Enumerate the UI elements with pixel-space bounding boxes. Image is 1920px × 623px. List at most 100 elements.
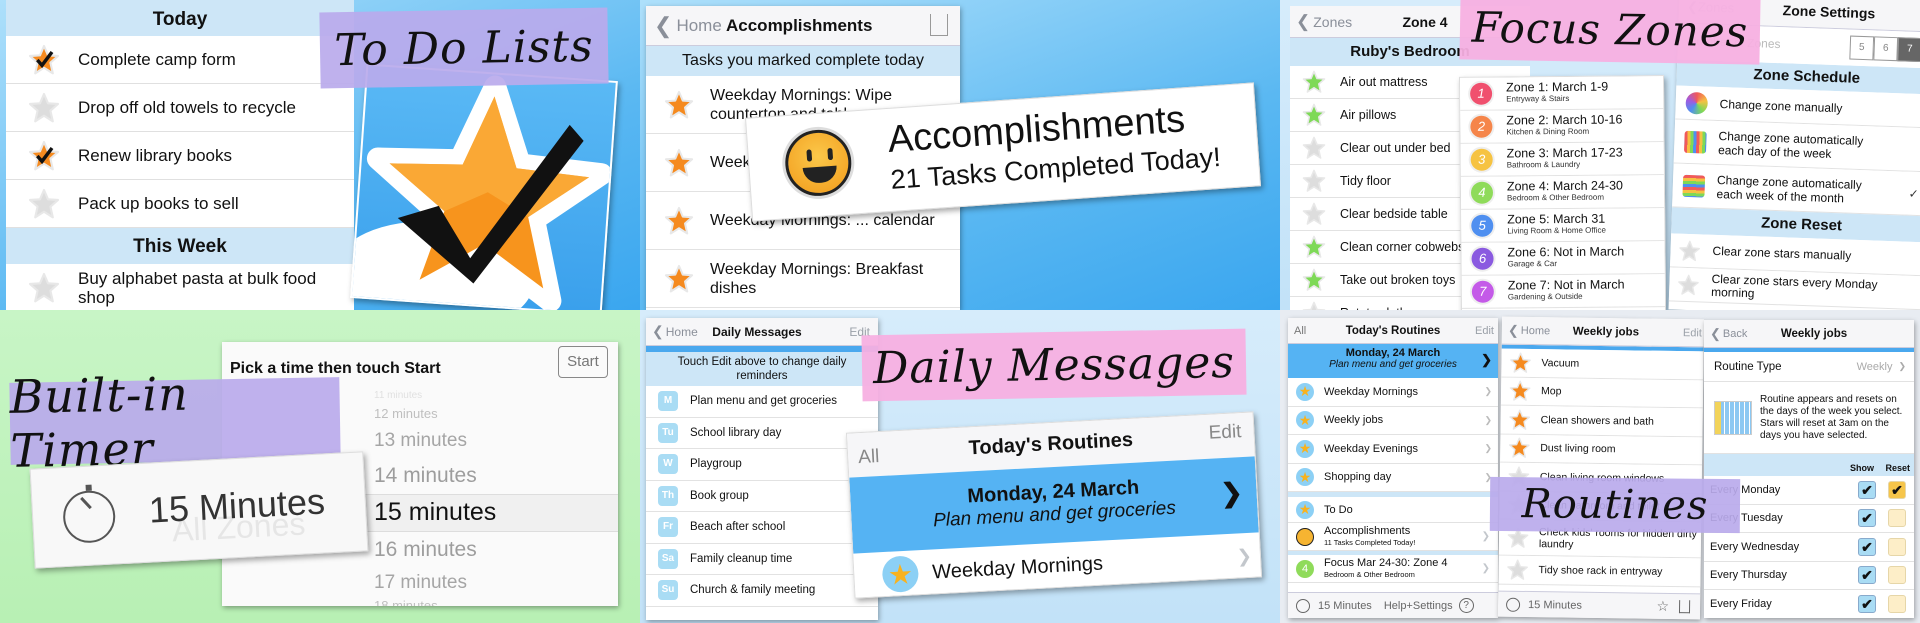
picker-value[interactable]: 13 minutes bbox=[374, 430, 467, 452]
star-icon[interactable] bbox=[1302, 70, 1326, 94]
todo-row[interactable]: ★ To Do bbox=[1288, 497, 1498, 523]
daily-message-row[interactable]: Sa Family cleanup time bbox=[646, 543, 878, 575]
star-icon[interactable] bbox=[1509, 380, 1531, 402]
show-checkbox[interactable]: ✔ bbox=[1858, 480, 1876, 499]
todo-item[interactable]: Renew library books bbox=[6, 132, 354, 180]
empty-star-icon[interactable] bbox=[28, 188, 60, 220]
star-icon[interactable] bbox=[664, 206, 694, 236]
weekly-job-row[interactable]: Tidy shoe rack in entryway bbox=[1498, 555, 1701, 587]
show-checkbox[interactable]: ✔ bbox=[1858, 566, 1876, 585]
empty-star-icon[interactable] bbox=[1302, 202, 1326, 226]
timer-button[interactable]: 15 Minutes bbox=[1528, 598, 1582, 611]
show-checkbox[interactable]: ✔ bbox=[1858, 537, 1876, 556]
empty-star-icon[interactable] bbox=[1302, 136, 1326, 160]
star-icon[interactable] bbox=[1302, 268, 1326, 292]
todo-item[interactable]: Buy alphabet pasta at bulk food shop bbox=[6, 264, 354, 310]
all-button[interactable]: All bbox=[1294, 325, 1306, 337]
todo-item[interactable]: Complete camp form bbox=[6, 36, 354, 84]
day-row[interactable]: Every Thursday ✔ bbox=[1704, 561, 1914, 590]
zone-count-option-6[interactable]: 6 bbox=[1873, 36, 1899, 62]
day-row[interactable]: Every Friday ✔ bbox=[1704, 590, 1914, 618]
todo-item[interactable]: Drop off old towels to recycle bbox=[6, 84, 354, 132]
help-icon[interactable]: ? bbox=[1458, 598, 1474, 613]
daily-message-banner[interactable]: Monday, 24 March Plan menu and get groce… bbox=[1288, 344, 1498, 378]
daily-message-row[interactable]: Fr Beach after school bbox=[646, 512, 878, 544]
share-icon[interactable] bbox=[930, 14, 948, 36]
daily-message-row[interactable]: Th Book group bbox=[646, 480, 878, 512]
routine-row[interactable]: ★ Weekday Evenings ❯ bbox=[1288, 435, 1498, 464]
empty-star-icon[interactable] bbox=[1677, 273, 1700, 296]
start-button[interactable]: Start bbox=[558, 346, 608, 378]
zone-list-item[interactable]: 3 Zone 3: March 17-23 Bathroom & Laundry bbox=[1460, 142, 1664, 177]
picker-value[interactable]: 17 minutes bbox=[374, 572, 467, 594]
zone-list-item[interactable]: 4 Zone 4: March 24-30 Bedroom & Other Bedr… bbox=[1460, 175, 1665, 210]
reset-checkbox[interactable]: ✔ bbox=[1888, 480, 1906, 499]
picker-value[interactable]: 14 minutes bbox=[374, 464, 477, 488]
weekly-job-row[interactable]: Clean showers and bath bbox=[1500, 405, 1703, 437]
star-icon[interactable] bbox=[664, 90, 694, 120]
reset-checkbox[interactable] bbox=[1888, 509, 1906, 528]
share-icon[interactable] bbox=[1678, 600, 1691, 614]
zone-count-option-7[interactable]: 7 bbox=[1897, 37, 1920, 63]
accomplishments-row[interactable]: Accomplishments 11 Tasks Completed Today… bbox=[1288, 523, 1498, 551]
empty-star-icon[interactable] bbox=[1678, 239, 1701, 262]
empty-star-icon[interactable] bbox=[1302, 169, 1326, 193]
empty-star-icon[interactable] bbox=[1302, 301, 1326, 310]
accomplished-task[interactable]: Weekday Mornings: Breakfast dishes bbox=[646, 250, 960, 308]
zone-list-item[interactable]: 1 Zone 1: March 1-9 Entryway & Stairs bbox=[1459, 76, 1664, 111]
back-button[interactable]: ❮ Home bbox=[1502, 322, 1550, 339]
show-checkbox[interactable]: ✔ bbox=[1858, 594, 1876, 613]
reset-checkbox[interactable] bbox=[1888, 537, 1906, 556]
daily-message-row[interactable]: W Playgroup bbox=[646, 449, 878, 481]
edit-button[interactable]: Edit bbox=[1683, 327, 1702, 339]
edit-button[interactable]: Edit bbox=[1475, 325, 1494, 337]
daily-message-row[interactable]: M Plan menu and get groceries bbox=[646, 386, 878, 418]
help-settings-button[interactable]: Help+Settings bbox=[1384, 600, 1453, 612]
star-icon[interactable] bbox=[1509, 408, 1531, 430]
zone-list-item[interactable]: 7 Zone 7: Not in March Gardening & Outside bbox=[1461, 274, 1665, 309]
checked-star-icon[interactable] bbox=[28, 140, 60, 172]
picker-value[interactable]: 18 minutes bbox=[374, 598, 438, 606]
daily-message-row[interactable]: Tu School library day bbox=[646, 417, 878, 449]
back-button[interactable]: ❮ Home bbox=[646, 13, 722, 39]
timer-icon[interactable] bbox=[1505, 597, 1521, 612]
star-icon[interactable] bbox=[664, 264, 694, 294]
daily-message-row[interactable]: Su Church & family meeting bbox=[646, 575, 878, 607]
picker-value[interactable]: 12 minutes bbox=[374, 406, 438, 421]
todo-item[interactable]: Pack up books to sell bbox=[6, 180, 354, 228]
star-icon[interactable] bbox=[1508, 437, 1530, 459]
zone-count-option-5[interactable]: 5 bbox=[1849, 35, 1875, 61]
show-checkbox[interactable]: ✔ bbox=[1858, 509, 1876, 528]
weekly-job-row[interactable]: Dust living room bbox=[1500, 434, 1703, 466]
picker-value[interactable]: 16 minutes bbox=[374, 538, 477, 562]
routine-row[interactable]: ★ Weekday Mornings ❯ bbox=[1288, 378, 1498, 407]
routine-type-row[interactable]: Routine Type Weekly ❯ bbox=[1704, 352, 1914, 382]
zone-list-item[interactable]: 2 Zone 2: March 10-16 Kitchen & Dining Roo… bbox=[1460, 109, 1664, 144]
back-button[interactable]: ❮ Back bbox=[1704, 326, 1747, 342]
star-icon[interactable] bbox=[1302, 103, 1326, 127]
picker-value[interactable]: 11 minutes bbox=[374, 390, 422, 401]
star-icon[interactable] bbox=[664, 148, 694, 178]
routine-row[interactable]: ★ Shopping day ❯ bbox=[1288, 463, 1498, 492]
zone-list-item[interactable]: 6 Zone 6: Not in March Garage & Car bbox=[1461, 241, 1665, 276]
reset-checkbox[interactable] bbox=[1888, 594, 1906, 613]
star-icon[interactable] bbox=[1509, 351, 1531, 373]
back-button[interactable]: ❮Zones bbox=[1290, 12, 1352, 32]
checked-star-icon[interactable] bbox=[28, 44, 60, 76]
back-button[interactable]: ❮ Home bbox=[646, 323, 698, 340]
timer-icon[interactable] bbox=[1296, 598, 1310, 613]
routine-row[interactable]: ★ Weekly jobs ❯ bbox=[1288, 406, 1498, 435]
weekly-job-row[interactable]: Vacuum bbox=[1501, 348, 1704, 380]
empty-star-icon[interactable] bbox=[28, 92, 60, 124]
favorite-star-icon[interactable]: ☆ bbox=[1656, 598, 1669, 615]
picker-selected-value[interactable]: 15 minutes bbox=[374, 498, 496, 527]
empty-star-icon[interactable] bbox=[28, 272, 60, 304]
star-icon[interactable] bbox=[1302, 235, 1326, 259]
edit-button[interactable]: Edit bbox=[1208, 421, 1242, 445]
timer-button[interactable]: 15 Minutes bbox=[1318, 600, 1372, 612]
weekly-job-row[interactable]: Mop bbox=[1500, 377, 1704, 409]
empty-star-icon[interactable] bbox=[1506, 558, 1528, 580]
zone-list-item[interactable]: 5 Zone 5: March 31 Living Room & Home Offi… bbox=[1461, 208, 1665, 243]
reset-checkbox[interactable] bbox=[1888, 566, 1906, 585]
focus-zone-row[interactable]: 4 Focus Mar 24-30: Zone 4 Bedroom & Othe… bbox=[1288, 555, 1498, 583]
